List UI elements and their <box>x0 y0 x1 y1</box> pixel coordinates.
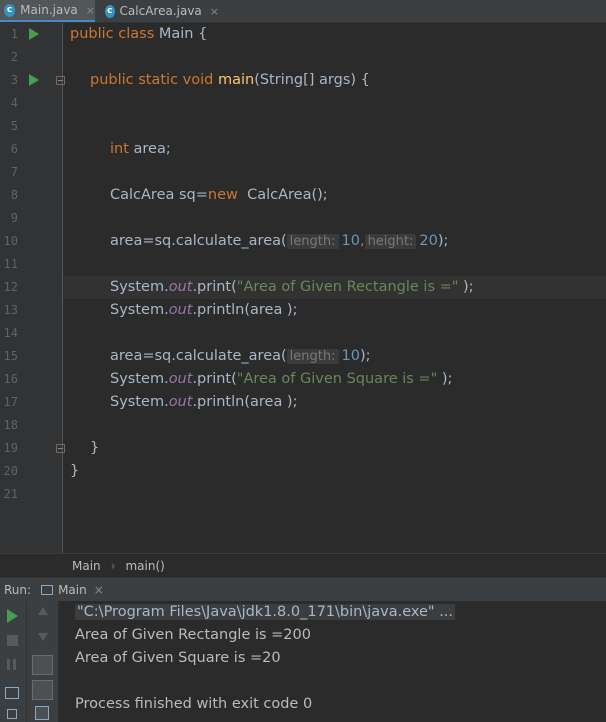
code-line-6: int area; <box>110 141 171 157</box>
print-icon[interactable] <box>7 709 17 719</box>
close-icon[interactable]: × <box>86 4 95 17</box>
scroll-to-end-icon[interactable] <box>32 680 53 700</box>
code-line-15: area=sq.calculate_area(length: 10); <box>110 348 371 364</box>
line-number: 20 <box>3 464 18 478</box>
tab-label: Main.java <box>20 3 78 17</box>
parameter-hint: height: <box>364 234 417 249</box>
console-exit-line: Process finished with exit code 0 <box>75 696 313 712</box>
line-number: 3 <box>10 73 18 87</box>
console-output-line: Area of Given Square is =20 <box>75 650 281 666</box>
line-number: 14 <box>3 326 18 340</box>
line-number: 18 <box>3 418 18 432</box>
line-number: 7 <box>10 165 18 179</box>
rerun-icon[interactable] <box>7 609 18 623</box>
restore-layout-icon[interactable] <box>5 687 19 699</box>
code-line-13: System.out.println(area ); <box>110 302 298 318</box>
line-number: 11 <box>3 257 18 271</box>
code-line-8: CalcArea sq=new CalcArea(); <box>110 187 328 203</box>
chevron-right-icon: › <box>110 558 116 573</box>
run-tab-main[interactable]: Main <box>58 583 87 597</box>
line-number: 13 <box>3 303 18 317</box>
line-number: 16 <box>3 372 18 386</box>
fold-icon[interactable] <box>56 76 65 85</box>
close-icon[interactable]: × <box>94 583 104 597</box>
console-command-line: "C:\Program Files\Java\jdk1.8.0_171\bin\… <box>75 604 456 620</box>
code-line-16: System.out.print("Area of Given Square i… <box>110 371 453 387</box>
print-console-icon[interactable] <box>35 706 49 720</box>
stop-icon[interactable] <box>7 635 18 646</box>
line-number: 2 <box>10 50 18 64</box>
breadcrumb-class[interactable]: Main <box>72 559 101 573</box>
line-number: 5 <box>10 119 18 133</box>
line-number: 6 <box>10 142 18 156</box>
line-number: 19 <box>3 441 18 455</box>
run-toolbar-left <box>0 601 27 722</box>
line-number: 1 <box>10 27 18 41</box>
editor-tab-bar: c Main.java × c CalcArea.java × <box>0 0 606 23</box>
code-line-3: public static void main(String[] args) { <box>90 72 370 88</box>
pause-icon[interactable] <box>7 659 10 670</box>
line-number: 8 <box>10 188 18 202</box>
line-number: 10 <box>3 234 18 248</box>
java-class-icon: c <box>4 3 16 17</box>
tab-label: CalcArea.java <box>119 4 202 18</box>
code-line-10: area=sq.calculate_area(length: 10, height:… <box>110 233 449 249</box>
code-line-20: } <box>70 463 80 479</box>
console-output-line: Area of Given Rectangle is =200 <box>75 627 311 643</box>
code-line-19: } <box>90 440 100 456</box>
line-number: 15 <box>3 349 18 363</box>
line-number: 21 <box>3 487 18 501</box>
code-line-1: public class Main { <box>70 26 208 42</box>
run-main-icon[interactable] <box>29 74 39 86</box>
code-line-17: System.out.println(area ); <box>110 394 298 410</box>
breadcrumb: Main › main() <box>0 553 606 577</box>
breadcrumb-method[interactable]: main() <box>125 559 164 573</box>
console-output[interactable]: "C:\Program Files\Java\jdk1.8.0_171\bin\… <box>59 601 606 722</box>
pause-icon-bar <box>13 659 16 670</box>
run-tool-window-header: Run: Main × <box>0 577 606 602</box>
code-line-12: System.out.print("Area of Given Rectangl… <box>110 279 474 295</box>
run-class-icon[interactable] <box>29 28 39 40</box>
run-toolbar-right <box>27 601 59 722</box>
java-class-icon: c <box>105 4 115 18</box>
tab-main-java[interactable]: c Main.java × <box>0 0 95 22</box>
console-icon <box>41 584 54 595</box>
line-number: 9 <box>10 211 18 225</box>
close-icon[interactable]: × <box>210 5 219 18</box>
arrow-down-icon[interactable] <box>38 633 48 641</box>
line-number: 12 <box>3 280 18 294</box>
tab-calcarea-java[interactable]: c CalcArea.java × <box>101 0 219 22</box>
parameter-hint: length: <box>286 234 339 249</box>
line-number: 17 <box>3 395 18 409</box>
parameter-hint: length: <box>286 349 339 364</box>
arrow-up-icon[interactable] <box>38 607 48 615</box>
run-label: Run: <box>4 582 32 597</box>
line-number: 4 <box>10 96 18 110</box>
soft-wrap-icon[interactable] <box>32 655 53 675</box>
fold-icon[interactable] <box>56 444 65 453</box>
